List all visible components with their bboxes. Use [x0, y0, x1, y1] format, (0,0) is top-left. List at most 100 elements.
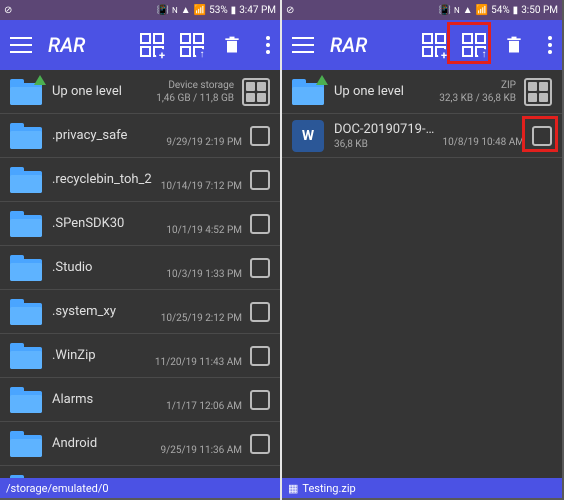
file-name: DOC-20190719-WA0000.docx: [334, 122, 443, 137]
folder-checkbox[interactable]: [250, 214, 270, 234]
menu-button[interactable]: [292, 37, 314, 53]
app-title: RAR: [330, 33, 367, 57]
overflow-button[interactable]: [540, 36, 552, 54]
folder-icon: [10, 211, 42, 237]
toolbar: RAR: [0, 20, 280, 70]
battery-icon: ▮: [513, 5, 519, 16]
file-size: 36,8 KB: [334, 139, 443, 150]
dnd-icon: ⊘: [286, 5, 294, 16]
vibrate-icon: 📳: [439, 5, 451, 16]
folder-icon: [10, 255, 42, 281]
nfc-icon: N: [454, 6, 460, 15]
path-text: /storage/emulated/0: [6, 482, 109, 495]
folder-row[interactable]: Beauty Circle 9/26/19 1:27 PM: [0, 466, 280, 478]
folder-row[interactable]: .system_xy 10/25/19 2:12 PM: [0, 290, 280, 334]
toolbar: RAR: [282, 20, 562, 70]
status-bar: ⊘ 📳 N ▲ 📶 53% ▮ 3:47 PM: [0, 0, 280, 20]
folder-checkbox[interactable]: [250, 390, 270, 410]
nfc-icon: N: [172, 6, 178, 15]
battery-pct: 53%: [209, 5, 228, 16]
folder-date: 10/25/19 2:12 PM: [161, 299, 242, 325]
folder-up-icon: [10, 79, 42, 105]
folder-checkbox[interactable]: [250, 434, 270, 454]
folder-icon: [10, 167, 42, 193]
status-bar: ⊘ 📳 N ▲ 📶 54% ▮ 3:50 PM: [282, 0, 562, 20]
app-title: RAR: [48, 33, 85, 57]
storage-info: Device storage 1,46 GB / 11,8 GB: [156, 79, 234, 105]
dnd-icon: ⊘: [4, 5, 12, 16]
path-bar: ▦ Testing.zip: [282, 478, 562, 498]
grid-icon: ▦: [288, 482, 298, 495]
folder-row[interactable]: Android 9/25/19 11:36 AM: [0, 422, 280, 466]
folder-date: 10/14/19 7:12 PM: [161, 167, 242, 193]
folder-name: Android: [52, 436, 161, 451]
folder-checkbox[interactable]: [250, 126, 270, 146]
extract-button[interactable]: [178, 31, 206, 59]
folder-row[interactable]: Alarms 1/1/17 12:06 AM: [0, 378, 280, 422]
view-toggle-button[interactable]: [524, 78, 552, 106]
folder-date: 11/20/19 11:43 AM: [155, 343, 242, 369]
row-label: Up one level: [334, 84, 439, 99]
folder-row[interactable]: .Studio 10/3/19 1:33 PM: [0, 246, 280, 290]
word-doc-icon: W: [292, 120, 324, 152]
folder-up-icon: [292, 79, 324, 105]
folder-name: .Studio: [52, 260, 166, 275]
folder-icon: [10, 123, 42, 149]
folder-checkbox[interactable]: [250, 170, 270, 190]
folder-row[interactable]: .SPenSDK30 10/1/19 4:52 PM: [0, 202, 280, 246]
overflow-button[interactable]: [258, 36, 270, 54]
file-row[interactable]: W DOC-20190719-WA0000.docx 36,8 KB 10/8/…: [282, 114, 562, 158]
folder-date: 9/25/19 11:36 AM: [161, 431, 242, 457]
wifi-icon: ▲: [463, 5, 473, 16]
row-label: Up one level: [52, 84, 156, 99]
path-bar: /storage/emulated/0: [0, 478, 280, 498]
folder-checkbox[interactable]: [250, 302, 270, 322]
folder-name: Alarms: [52, 392, 166, 407]
archive-info: ZIP 32,3 KB / 36,8 KB: [439, 79, 516, 105]
trash-icon: [504, 34, 524, 56]
add-archive-button[interactable]: [138, 31, 166, 59]
delete-button[interactable]: [500, 31, 528, 59]
signal-icon: 📶: [476, 5, 488, 16]
folder-date: 1/1/17 12:06 AM: [166, 387, 242, 413]
folder-name: .system_xy: [52, 304, 161, 319]
phone-right: ⊘ 📳 N ▲ 📶 54% ▮ 3:50 PM RAR: [282, 0, 562, 498]
view-toggle-button[interactable]: [242, 78, 270, 106]
folder-date: 10/3/19 1:33 PM: [166, 255, 242, 281]
folder-icon: [10, 387, 42, 413]
folder-checkbox[interactable]: [250, 258, 270, 278]
battery-icon: ▮: [231, 5, 237, 16]
signal-icon: 📶: [194, 5, 206, 16]
file-date: 10/8/19 10:48 AM: [443, 123, 524, 149]
folder-name: .privacy_safe: [52, 128, 166, 143]
menu-button[interactable]: [10, 37, 32, 53]
folder-icon: [10, 431, 42, 457]
wifi-icon: ▲: [181, 5, 191, 16]
folder-row[interactable]: .recyclebin_toh_2 10/14/19 7:12 PM: [0, 158, 280, 202]
battery-pct: 54%: [491, 5, 510, 16]
folder-name: .SPenSDK30: [52, 216, 166, 231]
file-checkbox[interactable]: [532, 126, 552, 146]
folder-date: 9/29/19 2:19 PM: [166, 123, 242, 149]
up-one-level-row[interactable]: Up one level ZIP 32,3 KB / 36,8 KB: [282, 70, 562, 114]
folder-icon: [10, 343, 42, 369]
clock: 3:50 PM: [521, 5, 558, 16]
file-list[interactable]: Up one level Device storage 1,46 GB / 11…: [0, 70, 280, 478]
up-one-level-row[interactable]: Up one level Device storage 1,46 GB / 11…: [0, 70, 280, 114]
path-text: Testing.zip: [302, 482, 355, 495]
folder-name: .recyclebin_toh_2: [52, 172, 161, 187]
folder-row[interactable]: .WinZip 11/20/19 11:43 AM: [0, 334, 280, 378]
file-list[interactable]: Up one level ZIP 32,3 KB / 36,8 KB W DOC…: [282, 70, 562, 478]
extract-button[interactable]: [460, 31, 488, 59]
vibrate-icon: 📳: [157, 5, 169, 16]
folder-icon: [10, 299, 42, 325]
folder-row[interactable]: .privacy_safe 9/29/19 2:19 PM: [0, 114, 280, 158]
folder-icon: [10, 475, 42, 479]
trash-icon: [222, 34, 242, 56]
folder-name: .WinZip: [52, 348, 155, 363]
delete-button[interactable]: [218, 31, 246, 59]
folder-date: 10/1/19 4:52 PM: [166, 211, 242, 237]
folder-checkbox[interactable]: [250, 346, 270, 366]
add-archive-button[interactable]: [420, 31, 448, 59]
clock: 3:47 PM: [239, 5, 276, 16]
